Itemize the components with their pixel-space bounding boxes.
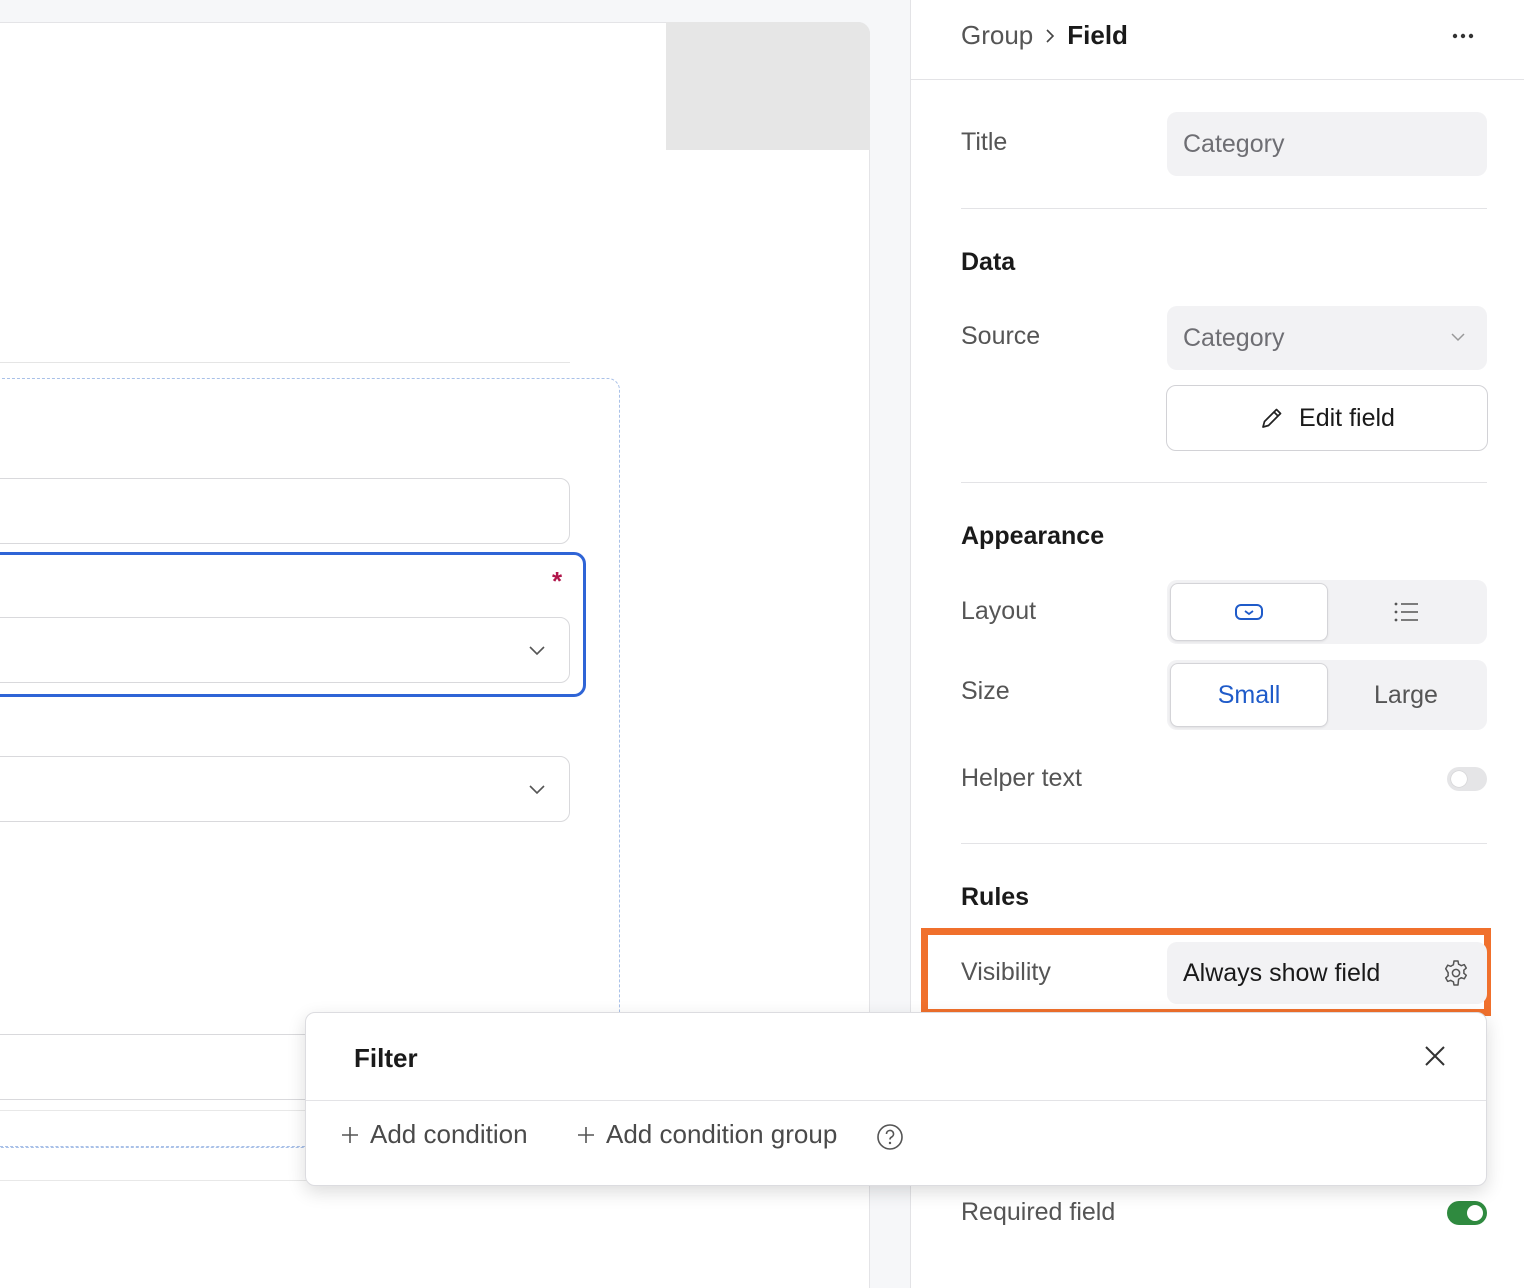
appearance-section-heading: Appearance bbox=[961, 522, 1105, 550]
title-input-value: Category bbox=[1183, 129, 1285, 158]
chevron-down-icon bbox=[529, 646, 545, 656]
chevron-down-icon bbox=[529, 785, 545, 795]
helper-text-label: Helper text bbox=[961, 764, 1082, 792]
layout-label: Layout bbox=[961, 597, 1037, 625]
add-condition-group-button[interactable]: Add condition group bbox=[576, 1119, 837, 1150]
title-label: Title bbox=[961, 128, 1008, 156]
gear-icon[interactable] bbox=[1441, 958, 1471, 988]
canvas-divider bbox=[0, 362, 570, 363]
section-divider bbox=[961, 843, 1487, 844]
dropdown-icon bbox=[1235, 604, 1263, 620]
size-option-small[interactable]: Small bbox=[1170, 663, 1328, 727]
canvas-select-input[interactable] bbox=[0, 756, 570, 822]
more-options-icon[interactable] bbox=[1449, 24, 1477, 48]
visibility-value: Always show field bbox=[1183, 958, 1381, 987]
pencil-icon bbox=[1262, 408, 1282, 428]
filter-title: Filter bbox=[354, 1043, 418, 1073]
chevron-down-icon bbox=[1451, 333, 1465, 342]
section-divider bbox=[961, 208, 1487, 209]
close-icon[interactable] bbox=[1422, 1043, 1448, 1069]
category-select-preview[interactable] bbox=[0, 617, 570, 683]
section-divider bbox=[961, 482, 1487, 483]
plus-icon bbox=[342, 1126, 358, 1143]
help-icon[interactable] bbox=[876, 1123, 904, 1151]
drop-zone-outline bbox=[0, 1146, 320, 1147]
edit-field-label: Edit field bbox=[1299, 403, 1395, 432]
size-label: Size bbox=[961, 677, 1010, 705]
required-asterisk: * bbox=[552, 566, 563, 596]
source-label: Source bbox=[961, 322, 1041, 350]
chevron-right-icon bbox=[1046, 28, 1055, 43]
plus-icon bbox=[578, 1126, 594, 1143]
required-field-label: Required field bbox=[961, 1198, 1116, 1226]
size-option-large[interactable]: Large bbox=[1328, 663, 1484, 727]
source-select-value: Category bbox=[1183, 323, 1285, 352]
canvas-text-input[interactable] bbox=[0, 478, 570, 544]
visibility-label: Visibility bbox=[961, 958, 1051, 986]
rules-section-heading: Rules bbox=[961, 883, 1030, 911]
toggle-knob bbox=[1451, 771, 1467, 787]
required-field-toggle[interactable] bbox=[1447, 1201, 1487, 1225]
toggle-knob bbox=[1467, 1205, 1483, 1221]
breadcrumb: Group Field bbox=[961, 20, 1128, 51]
add-condition-group-label: Add condition group bbox=[606, 1119, 838, 1149]
filter-divider bbox=[306, 1100, 1486, 1101]
source-select[interactable]: Category bbox=[1167, 306, 1487, 370]
visibility-setting[interactable]: Always show field bbox=[1167, 942, 1487, 1004]
size-segmented-control: Small Large bbox=[1167, 660, 1487, 730]
title-input[interactable]: Category bbox=[1167, 112, 1487, 176]
edit-field-button[interactable]: Edit field bbox=[1166, 385, 1488, 451]
data-section-heading: Data bbox=[961, 248, 1016, 276]
breadcrumb-parent[interactable]: Group bbox=[961, 20, 1033, 51]
breadcrumb-current: Field bbox=[1067, 20, 1128, 50]
layout-option-dropdown[interactable] bbox=[1170, 583, 1328, 641]
layout-option-list[interactable] bbox=[1328, 583, 1484, 641]
panel-header: Group Field bbox=[911, 0, 1524, 80]
layout-segmented-control bbox=[1167, 580, 1487, 644]
add-condition-label: Add condition bbox=[370, 1119, 528, 1149]
add-condition-button[interactable]: Add condition bbox=[340, 1119, 528, 1150]
image-placeholder bbox=[666, 22, 870, 150]
filter-popover: Filter Add condition Add condition group bbox=[305, 1012, 1487, 1186]
helper-text-toggle[interactable] bbox=[1447, 767, 1487, 791]
list-icon bbox=[1394, 602, 1418, 622]
